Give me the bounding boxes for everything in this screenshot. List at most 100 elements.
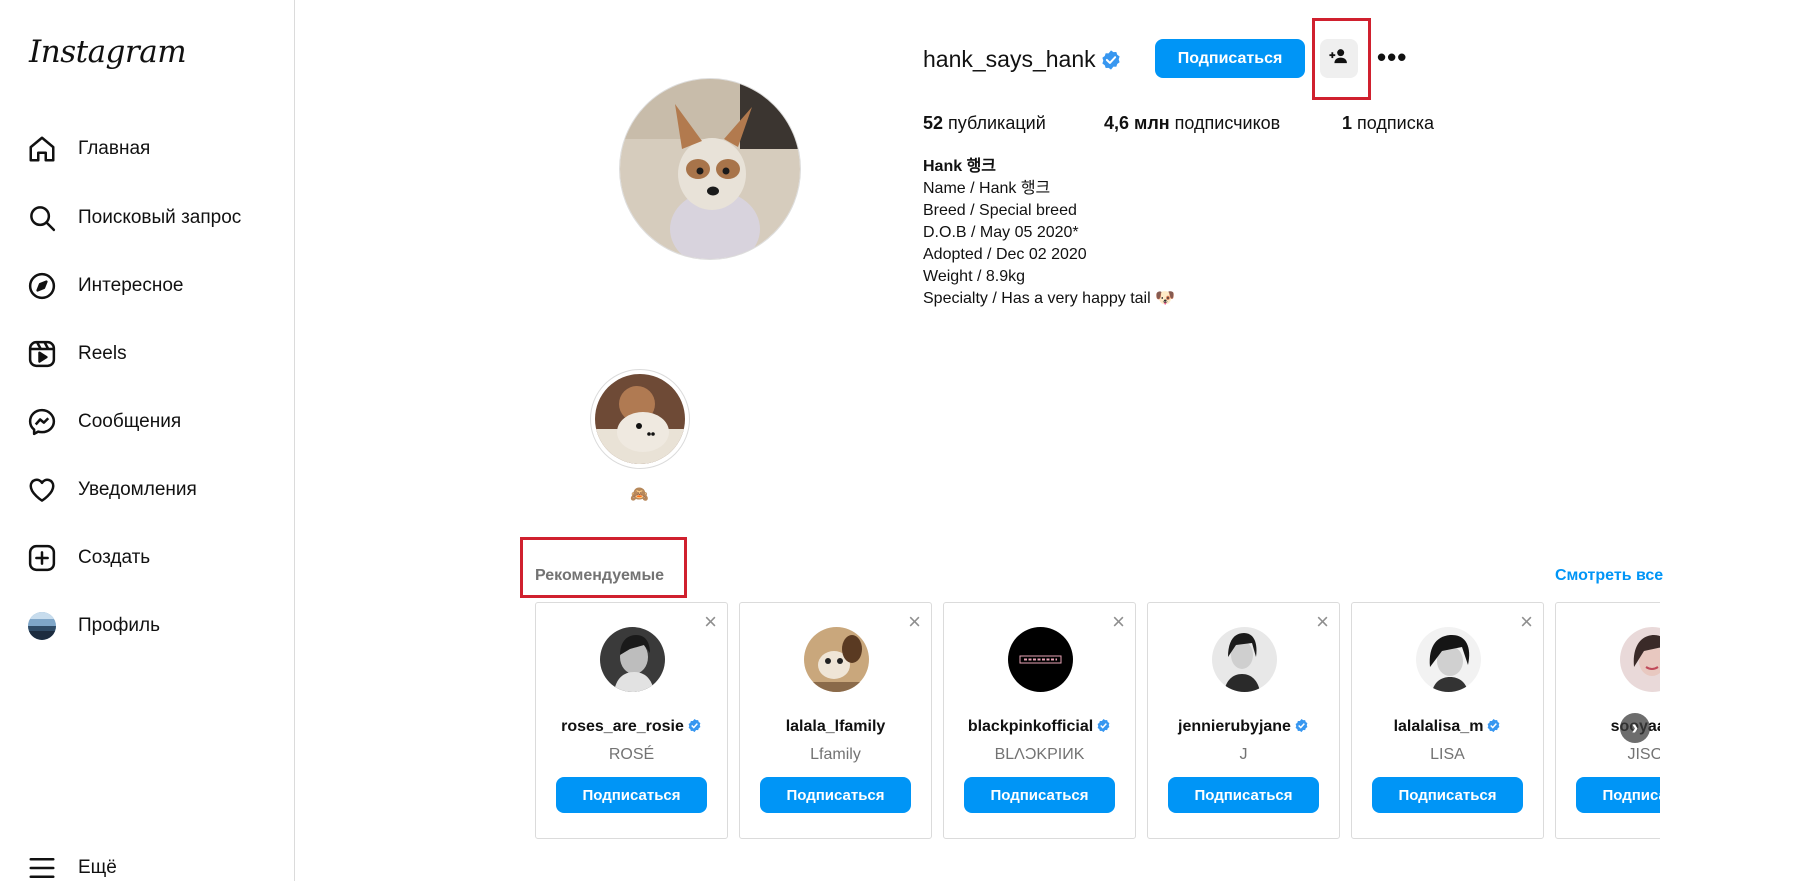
see-all-link[interactable]: Смотреть все — [1555, 567, 1663, 585]
more-options-icon[interactable]: ••• — [1377, 44, 1407, 70]
dismiss-icon[interactable]: × — [1316, 611, 1329, 633]
follow-button[interactable]: Подписаться — [1168, 777, 1319, 813]
followers-count: 4,6 млн — [1104, 113, 1170, 133]
posts-count: 52 — [923, 113, 944, 133]
profile-avatar — [26, 610, 58, 642]
verified-badge-icon — [1100, 49, 1122, 76]
suggested-carousel: × roses_are_rosie ROSÉ Подписаться × lal… — [535, 602, 1660, 842]
profile-avatar-main[interactable] — [619, 78, 801, 260]
bio-line: Adopted / Dec 02 2020 — [923, 246, 1087, 263]
follow-button[interactable]: Подписаться — [1155, 39, 1305, 78]
suggested-card: × roses_are_rosie ROSÉ Подписаться — [535, 602, 728, 839]
bio-line: Weight / 8.9kg — [923, 268, 1025, 285]
suggested-username-text: lalala_lfamily — [785, 718, 886, 735]
sidebar-item-label: Сообщения — [78, 411, 182, 432]
story-highlight[interactable] — [590, 369, 690, 469]
verified-badge-icon — [687, 718, 702, 738]
suggested-avatar[interactable] — [600, 627, 665, 692]
sidebar-item-more[interactable]: Ещё — [26, 846, 117, 881]
suggested-full-name: BLΛƆKPIИK — [994, 746, 1085, 763]
followers-label: подписчиков — [1174, 113, 1281, 133]
suggested-card: × lalala_lfamily Lfamily Подписаться — [739, 602, 932, 839]
suggested-username-text: jennierubyjane — [1178, 718, 1291, 735]
sidebar-item-label: Профиль — [78, 615, 161, 636]
suggested-full-name: Lfamily — [810, 746, 861, 763]
suggested-username-text: roses_are_rosie — [561, 718, 684, 735]
stat-following[interactable]: 1 подписка — [1342, 113, 1434, 134]
sidebar-item-reels[interactable]: Reels — [26, 332, 127, 376]
menu-icon — [26, 852, 58, 881]
bio-line: Name / Hank 행크 — [923, 180, 1051, 197]
sidebar-item-label: Создать — [78, 547, 151, 568]
profile-username: hank_says_hank — [923, 46, 1096, 72]
suggested-card: × lalalalisa_m LISA Подписаться — [1351, 602, 1544, 839]
dismiss-icon[interactable]: × — [1112, 611, 1125, 633]
suggested-avatar[interactable] — [1008, 627, 1073, 692]
highlight-cover — [595, 374, 685, 464]
suggested-avatar[interactable] — [1416, 627, 1481, 692]
bio-line: Specialty / Has a very happy tail 🐶 — [923, 290, 1176, 307]
dog-photo — [620, 79, 800, 259]
sidebar-item-messages[interactable]: Сообщения — [26, 400, 181, 444]
chevron-right-icon[interactable]: › — [1620, 713, 1650, 743]
suggested-full-name: LISA — [1430, 746, 1465, 763]
suggested-username[interactable]: lalala_lfamily — [740, 718, 931, 736]
follow-button[interactable]: Подписаться — [1372, 777, 1523, 813]
dismiss-icon[interactable]: × — [908, 611, 921, 633]
annotation-highlight-box — [1312, 18, 1371, 100]
heart-icon — [26, 474, 58, 506]
follow-button[interactable]: Подписаться — [556, 777, 707, 813]
verified-badge-icon — [1294, 718, 1309, 738]
sidebar-item-explore[interactable]: Интересное — [26, 264, 183, 308]
bio-name: Hank 행크 — [923, 158, 997, 175]
posts-label: публикаций — [948, 113, 1046, 133]
suggested-full-name: JISOO — [1627, 746, 1660, 763]
plus-square-icon — [26, 542, 58, 574]
suggested-username-text: lalalalisa_m — [1393, 718, 1484, 735]
bio-line: D.O.B / May 05 2020* — [923, 224, 1079, 241]
verified-badge-icon — [1096, 718, 1111, 738]
following-label: подписка — [1357, 113, 1434, 133]
reels-icon — [26, 338, 58, 370]
sidebar-item-label: Уведомления — [78, 479, 197, 500]
suggested-card: × blackpinkofficial BLΛƆKPIИK Подписатьс… — [943, 602, 1136, 839]
sidebar-item-create[interactable]: Создать — [26, 536, 150, 580]
suggested-username[interactable]: lalalalisa_m — [1352, 718, 1543, 738]
follow-button[interactable]: Подписаться — [760, 777, 911, 813]
suggested-username[interactable]: jennierubyjane — [1148, 718, 1339, 738]
compass-icon — [26, 270, 58, 302]
sidebar-item-label: Главная — [78, 138, 151, 159]
home-icon — [26, 133, 58, 165]
suggested-full-name: J — [1239, 746, 1248, 763]
sidebar-item-label: Интересное — [78, 275, 184, 296]
sidebar-item-label: Поисковый запрос — [78, 207, 242, 228]
highlight-label: 🙈 — [630, 486, 649, 503]
profile-bio: Hank 행크 Name / Hank 행크 Breed / Special b… — [923, 156, 1175, 310]
dismiss-icon[interactable]: × — [704, 611, 717, 633]
follow-button[interactable]: Подписаться — [964, 777, 1115, 813]
stat-followers[interactable]: 4,6 млн подписчиков — [1104, 113, 1280, 134]
verified-badge-icon — [1486, 718, 1501, 738]
suggested-avatar[interactable] — [1212, 627, 1277, 692]
suggested-username[interactable]: blackpinkofficial — [944, 718, 1135, 738]
search-icon — [26, 202, 58, 234]
sidebar-item-home[interactable]: Главная — [26, 127, 150, 171]
messenger-icon — [26, 406, 58, 438]
follow-button[interactable]: Подписаться — [1576, 777, 1660, 813]
sidebar-item-search[interactable]: Поисковый запрос — [26, 196, 241, 240]
sidebar-item-label: Reels — [78, 343, 127, 364]
instagram-logo[interactable]: Instagram — [29, 34, 187, 70]
suggested-username[interactable]: roses_are_rosie — [536, 718, 727, 738]
suggested-full-name: ROSÉ — [608, 746, 655, 763]
suggested-card: × jennierubyjane J Подписаться — [1147, 602, 1340, 839]
dismiss-icon[interactable]: × — [1520, 611, 1533, 633]
suggested-avatar[interactable] — [804, 627, 869, 692]
sidebar: Instagram Главная Поисковый запрос Интер… — [0, 0, 295, 881]
following-count: 1 — [1342, 113, 1353, 133]
suggested-username-text: blackpinkofficial — [967, 718, 1094, 735]
sidebar-item-label: Ещё — [78, 857, 117, 878]
suggested-title: Рекомендуемые — [535, 567, 665, 584]
sidebar-item-notifications[interactable]: Уведомления — [26, 468, 197, 512]
suggested-avatar[interactable] — [1620, 627, 1660, 692]
sidebar-item-profile[interactable]: Профиль — [26, 604, 160, 648]
